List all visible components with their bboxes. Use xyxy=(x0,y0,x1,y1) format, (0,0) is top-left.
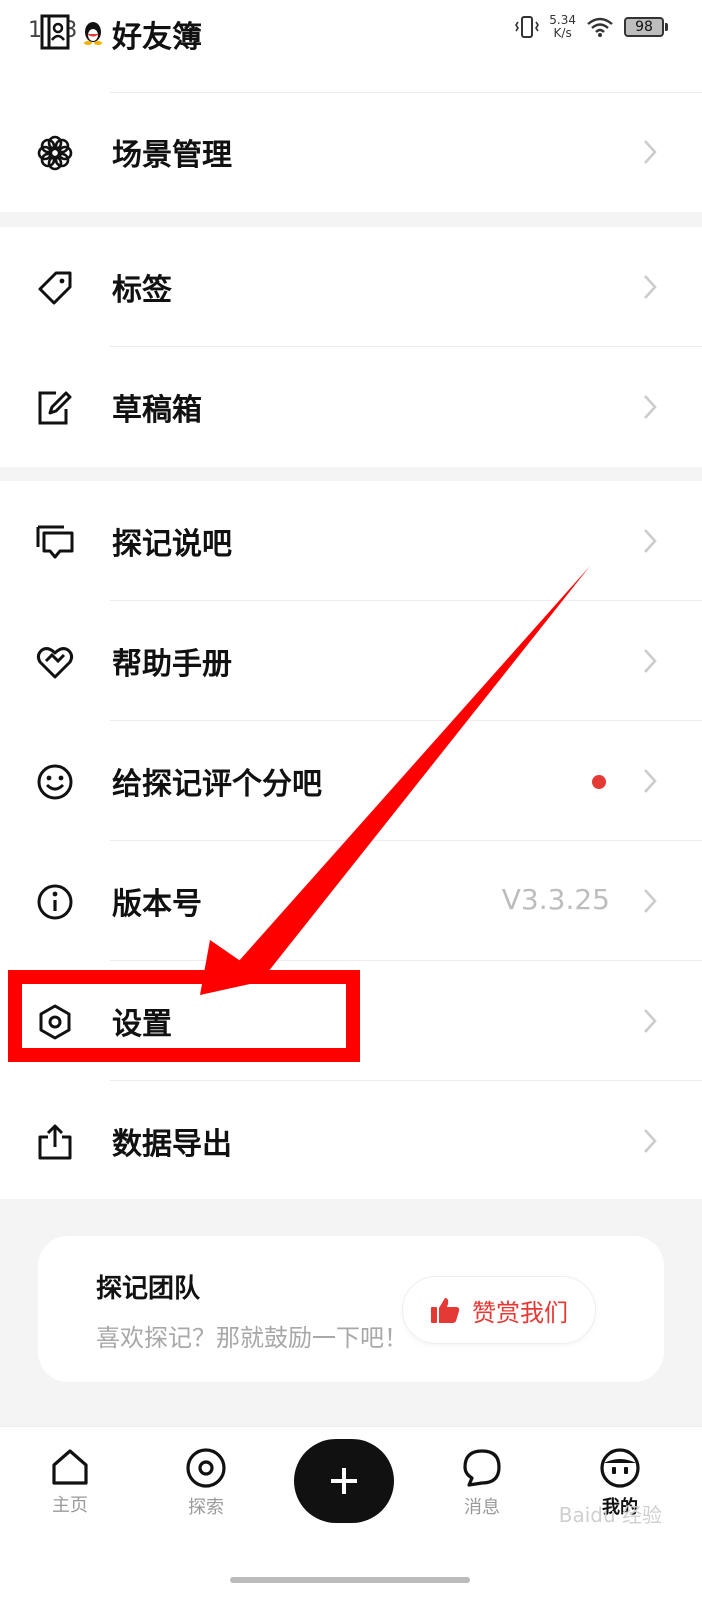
nav-tab-home[interactable]: 主页 xyxy=(30,1447,110,1517)
notification-dot xyxy=(592,775,606,789)
status-bar: 1:33 好友簿 5.34 K/s xyxy=(0,0,702,70)
chevron-right-icon xyxy=(644,649,657,673)
menu-label-rate: 给探记评个分吧 xyxy=(112,767,322,802)
menu-item-talk[interactable]: 探记说吧 xyxy=(0,481,702,601)
nav-label-home: 主页 xyxy=(52,1495,88,1516)
status-indicators: 5.34 K/s 98 xyxy=(515,14,668,40)
add-button[interactable] xyxy=(294,1439,394,1523)
menu-label-tags: 标签 xyxy=(112,273,172,308)
share-upload-icon xyxy=(38,1124,72,1160)
menu-label-export: 数据导出 xyxy=(112,1127,232,1162)
qq-penguin-icon xyxy=(84,22,102,45)
menu-item-help[interactable]: 帮助手册 xyxy=(0,601,702,721)
menu-label-scene: 场景管理 xyxy=(112,138,232,173)
battery-level: 98 xyxy=(624,17,664,37)
annotation-highlight-box xyxy=(8,970,360,1062)
bottom-nav: 主页 探索 消息 我的 Baidu 经验 xyxy=(0,1426,702,1600)
menu-label-version: 版本号 xyxy=(112,887,202,922)
section-content: 标签 草稿箱 xyxy=(0,227,702,467)
nav-tab-messages[interactable]: 消息 xyxy=(442,1447,522,1519)
menu-item-scene[interactable]: 场景管理 xyxy=(0,92,702,212)
chevron-right-icon xyxy=(644,1129,657,1153)
tag-icon xyxy=(38,271,72,305)
explore-target-icon xyxy=(186,1448,226,1488)
chevron-right-icon xyxy=(644,140,657,164)
menu-item-version[interactable]: 版本号 V3.3.25 xyxy=(0,841,702,961)
chevron-right-icon xyxy=(644,529,657,553)
reward-label: 赞赏我们 xyxy=(472,1298,568,1327)
thumbs-up-icon xyxy=(431,1298,460,1323)
vibrate-icon xyxy=(515,16,540,38)
section-scene: 场景管理 xyxy=(0,70,702,212)
nav-label-explore: 探索 xyxy=(188,1497,224,1518)
home-indicator[interactable] xyxy=(230,1577,470,1583)
nav-tab-explore[interactable]: 探索 xyxy=(166,1447,246,1519)
chevron-right-icon xyxy=(644,1009,657,1033)
version-value: V3.3.25 xyxy=(501,883,610,916)
flower-icon xyxy=(37,135,73,171)
battery-icon: 98 xyxy=(624,17,668,37)
home-icon xyxy=(52,1449,88,1485)
info-icon xyxy=(37,884,73,920)
network-speed: 5.34 K/s xyxy=(549,13,576,40)
watermark: Baidu 经验 xyxy=(558,1503,662,1527)
nav-label-messages: 消息 xyxy=(464,1497,500,1518)
menu-label-help: 帮助手册 xyxy=(112,647,232,682)
plus-icon xyxy=(331,1468,357,1494)
menu-item-drafts[interactable]: 草稿箱 xyxy=(0,347,702,467)
profile-face-icon xyxy=(600,1448,640,1488)
chevron-right-icon xyxy=(644,395,657,419)
chevron-right-icon xyxy=(644,275,657,299)
status-app-title: 好友簿 xyxy=(112,20,202,55)
menu-item-rate[interactable]: 给探记评个分吧 xyxy=(0,721,702,841)
profile-menu-screen: 1:33 好友簿 5.34 K/s xyxy=(0,0,702,1600)
menu-label-talk: 探记说吧 xyxy=(112,527,232,562)
reward-button[interactable]: 赞赏我们 xyxy=(402,1276,596,1344)
menu-label-drafts: 草稿箱 xyxy=(112,393,202,428)
chevron-right-icon xyxy=(644,769,657,793)
wifi-icon xyxy=(587,17,613,37)
team-subtitle: 喜欢探记？那就鼓励一下吧！ xyxy=(96,1324,408,1352)
heart-hands-icon xyxy=(36,647,74,679)
chevron-right-icon xyxy=(644,889,657,913)
smiley-face-icon xyxy=(37,764,73,800)
menu-item-tags[interactable]: 标签 xyxy=(0,227,702,347)
section-about: 探记说吧 帮助手册 给探记评个分吧 版本号 V3.3.25 设置 数据导出 xyxy=(0,481,702,1199)
team-title: 探记团队 xyxy=(96,1274,201,1304)
menu-item-export[interactable]: 数据导出 xyxy=(0,1081,702,1201)
draft-edit-icon xyxy=(38,391,72,425)
chat-bubbles-icon xyxy=(36,525,74,559)
team-card: 探记团队 喜欢探记？那就鼓励一下吧！ 赞赏我们 xyxy=(38,1236,664,1382)
message-bubble-icon xyxy=(463,1449,501,1487)
contacts-book-icon xyxy=(40,14,70,50)
